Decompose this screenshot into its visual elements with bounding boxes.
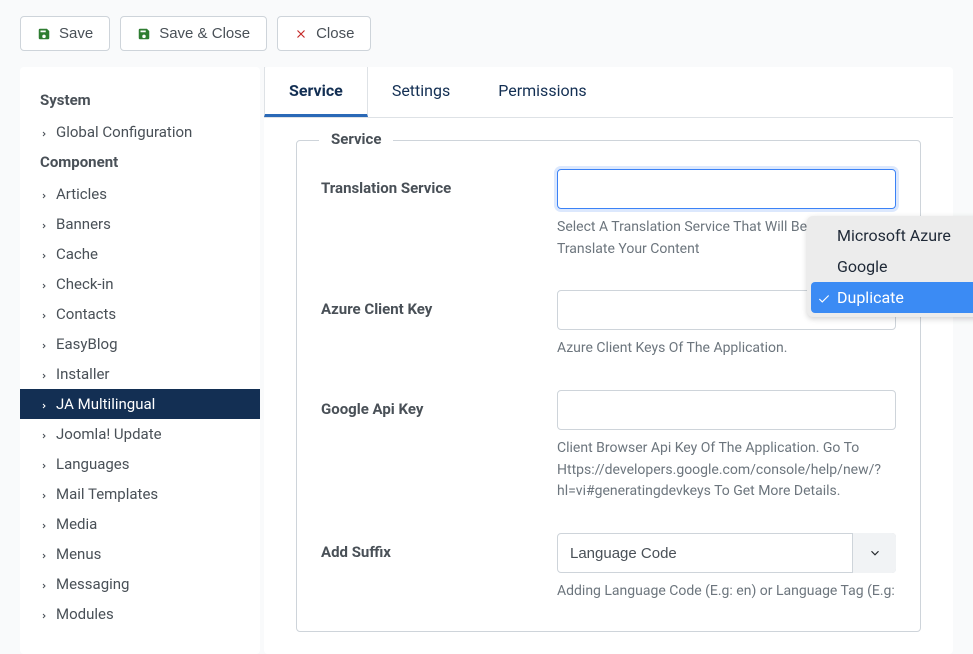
field-label: Translation Service [321,169,557,260]
sidebar-item-component[interactable]: Menus [20,539,260,569]
tab-bar: ServiceSettingsPermissions [264,67,953,118]
add-suffix-select[interactable] [557,533,896,573]
save-close-button[interactable]: Save & Close [120,16,267,51]
chevron-right-icon [40,400,48,408]
save-icon [37,27,51,41]
sidebar-item-label: Joomla! Update [56,425,162,443]
close-button[interactable]: Close [277,16,371,51]
toolbar: Save Save & Close Close [0,0,973,67]
sidebar: System Global Configuration Component Ar… [20,67,260,654]
sidebar-item-component[interactable]: Modules [20,599,260,629]
sidebar-item-label: EasyBlog [56,335,118,353]
google-api-key-input[interactable] [557,390,896,430]
sidebar-item-label: Cache [56,245,98,263]
chevron-right-icon [40,490,48,498]
dropdown-option[interactable]: Microsoft Azure [811,220,973,251]
sidebar-item-component[interactable]: Media [20,509,260,539]
sidebar-item-component[interactable]: Check-in [20,269,260,299]
field-row-google-key: Google Api Key Client Browser Api Key Of… [321,390,896,503]
sidebar-item-label: Contacts [56,305,116,323]
chevron-right-icon [40,520,48,528]
translation-service-dropdown[interactable]: Microsoft Azure Google Duplicate [807,216,973,317]
dropdown-option-label: Duplicate [837,288,904,307]
field-label: Azure Client Key [321,290,557,360]
sidebar-component-heading: Component [20,147,260,179]
sidebar-system-heading: System [20,85,260,117]
close-icon [294,27,308,41]
chevron-right-icon [40,460,48,468]
close-label: Close [316,25,354,42]
field-help: Adding Language Code (E.g: en) or Langua… [557,581,896,603]
tab[interactable]: Service [264,67,368,117]
save-label: Save [59,25,93,42]
sidebar-item-label: JA Multilingual [56,395,155,413]
chevron-right-icon [40,310,48,318]
save-button[interactable]: Save [20,16,110,51]
dropdown-option[interactable]: Google [811,251,973,282]
sidebar-item-component[interactable]: Messaging [20,569,260,599]
save-icon [137,27,151,41]
sidebar-item-label: Languages [56,455,130,473]
fieldset-legend: Service [319,130,393,148]
field-label: Add Suffix [321,533,557,603]
sidebar-item-component[interactable]: EasyBlog [20,329,260,359]
sidebar-item-component[interactable]: Cache [20,239,260,269]
tab[interactable]: Permissions [474,67,610,117]
add-suffix-select-wrap [557,533,896,573]
sidebar-item-label: Messaging [56,575,129,593]
chevron-right-icon [40,220,48,228]
sidebar-item-label: Mail Templates [56,485,158,503]
sidebar-item-component[interactable]: JA Multilingual [20,389,260,419]
sidebar-item-label: Check-in [56,275,114,293]
chevron-right-icon [40,128,48,136]
field-help: Azure Client Keys Of The Application. [557,338,896,360]
field-row-add-suffix: Add Suffix Adding Language Code (E.g: en… [321,533,896,603]
tab[interactable]: Settings [368,67,474,117]
dropdown-option[interactable]: Duplicate [811,282,973,313]
save-close-label: Save & Close [159,25,250,42]
sidebar-item-label: Menus [56,545,101,563]
content-panel: ServiceSettingsPermissions Service Trans… [264,67,953,654]
chevron-right-icon [40,250,48,258]
sidebar-item-component[interactable]: Joomla! Update [20,419,260,449]
sidebar-item-label: Banners [56,215,111,233]
check-icon [817,291,831,305]
field-control: Adding Language Code (E.g: en) or Langua… [557,533,896,603]
sidebar-item-label: Modules [56,605,114,623]
chevron-right-icon [40,370,48,378]
fieldset-service: Service Translation Service Select A Tra… [296,140,921,632]
sidebar-item-component[interactable]: Contacts [20,299,260,329]
chevron-right-icon [40,580,48,588]
field-control: Client Browser Api Key Of The Applicatio… [557,390,896,503]
sidebar-item-component[interactable]: Banners [20,209,260,239]
field-help: Client Browser Api Key Of The Applicatio… [557,438,896,503]
translation-service-select[interactable] [557,169,896,209]
sidebar-item-label: Global Configuration [56,123,192,141]
sidebar-item-label: Articles [56,185,107,203]
chevron-right-icon [40,340,48,348]
sidebar-item-label: Media [56,515,97,533]
dropdown-option-label: Google [837,257,888,276]
chevron-right-icon [40,280,48,288]
field-label: Google Api Key [321,390,557,503]
chevron-right-icon [40,190,48,198]
sidebar-item-label: Installer [56,365,110,383]
chevron-right-icon [40,550,48,558]
chevron-right-icon [40,430,48,438]
sidebar-item-component[interactable]: Articles [20,179,260,209]
sidebar-item-system[interactable]: Global Configuration [20,117,260,147]
chevron-right-icon [40,610,48,618]
main-layout: System Global Configuration Component Ar… [0,67,973,654]
dropdown-option-label: Microsoft Azure [837,226,951,245]
sidebar-item-component[interactable]: Installer [20,359,260,389]
sidebar-item-component[interactable]: Languages [20,449,260,479]
sidebar-item-component[interactable]: Mail Templates [20,479,260,509]
